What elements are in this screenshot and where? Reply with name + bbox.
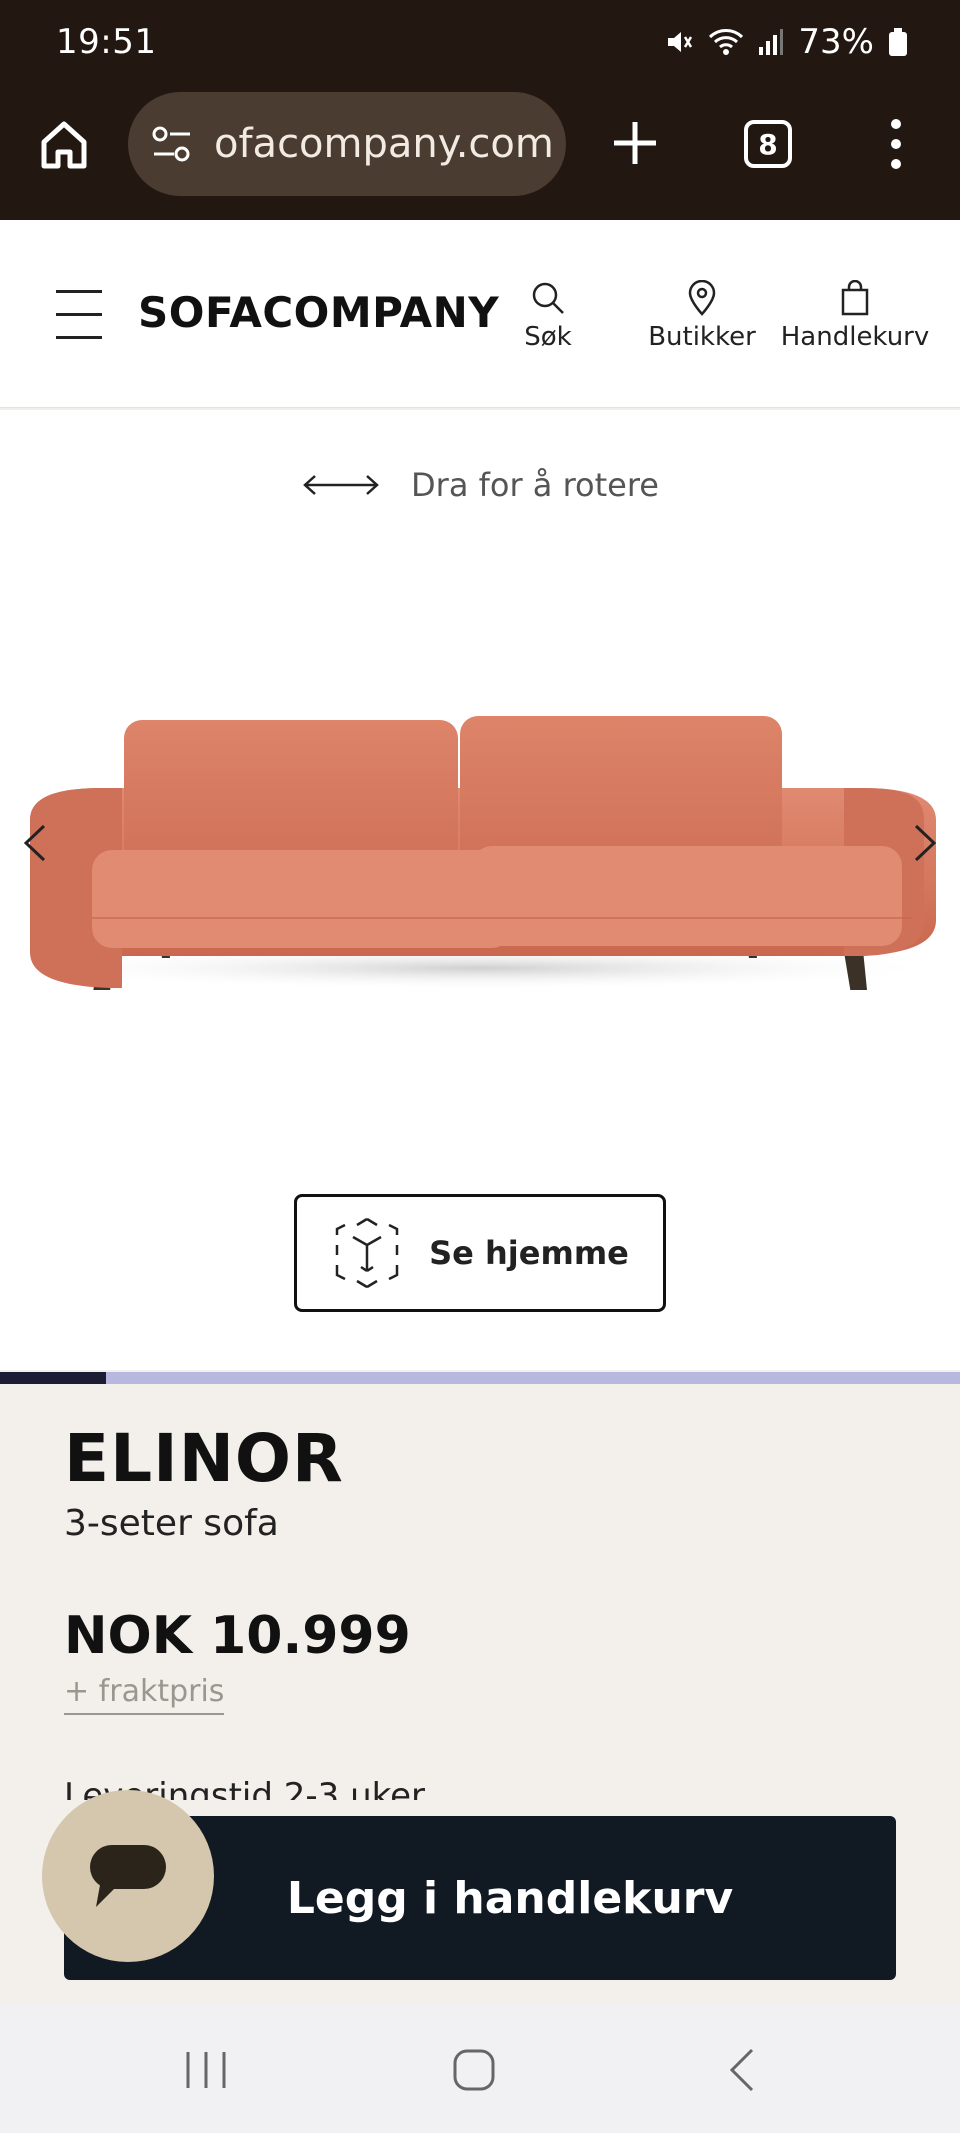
system-nav-bar: [0, 2004, 960, 2133]
location-pin-icon: [688, 280, 716, 316]
battery-icon: [888, 27, 908, 57]
home-nav-icon[interactable]: [452, 2048, 496, 2092]
view-in-home-label: Se hjemme: [429, 1234, 629, 1272]
product-3d-viewer[interactable]: Dra for å rotere Se hjemme: [0, 410, 960, 1370]
stores-button[interactable]: Butikker: [640, 280, 764, 352]
browser-home-button[interactable]: [36, 116, 92, 172]
status-icons: 73%: [664, 22, 908, 62]
view-in-home-button[interactable]: Se hjemme: [294, 1194, 666, 1312]
signal-icon: [758, 27, 784, 57]
cart-label: Handlekurv: [780, 322, 930, 352]
chat-bubble-icon: [90, 1845, 166, 1907]
ar-cube-icon: [335, 1217, 399, 1289]
menu-button[interactable]: [56, 290, 102, 340]
address-bar[interactable]: ofacompany.com: [128, 92, 566, 196]
site-header: SOFACOMPANY Søk Butikker Handlekurv: [0, 220, 960, 408]
product-type: 3-seter sofa: [64, 1503, 279, 1544]
plus-icon: [614, 122, 656, 164]
product-name: ELINOR: [64, 1420, 344, 1497]
shipping-price-link[interactable]: + fraktpris: [64, 1674, 225, 1715]
search-label: Søk: [524, 322, 572, 352]
status-time: 19:51: [56, 22, 157, 62]
stores-label: Butikker: [648, 322, 756, 352]
site-logo[interactable]: SOFACOMPANY: [138, 288, 499, 337]
product-price: NOK 10.999: [64, 1606, 411, 1666]
recents-icon[interactable]: [184, 2050, 228, 2090]
image-progress-bar: [0, 1372, 960, 1384]
url-text: ofacompany.com: [214, 121, 554, 167]
status-bar: 19:51 73%: [0, 0, 960, 86]
back-icon[interactable]: [728, 2048, 758, 2092]
browser-chrome: 19:51 73% ofacompany.com 8: [0, 0, 960, 220]
mute-icon: [664, 27, 694, 57]
hamburger-line: [56, 290, 102, 293]
tab-switcher-button[interactable]: 8: [744, 120, 792, 168]
rotate-hint-text: Dra for å rotere: [411, 466, 659, 504]
battery-percent: 73%: [798, 22, 874, 62]
search-icon: [532, 282, 564, 314]
browser-toolbar: ofacompany.com 8: [0, 86, 960, 220]
browser-menu-button[interactable]: [880, 116, 912, 172]
product-info: ELINOR 3-seter sofa NOK 10.999 + fraktpr…: [64, 1420, 896, 1715]
site-settings-icon[interactable]: [150, 122, 194, 166]
shopping-bag-icon: [841, 280, 869, 316]
sofa-image: [10, 716, 950, 990]
wifi-icon: [708, 27, 744, 57]
home-icon: [41, 121, 87, 169]
chevron-right-icon[interactable]: [912, 822, 938, 864]
hamburger-line: [56, 336, 102, 339]
double-arrow-icon: [303, 475, 379, 495]
chat-button[interactable]: [42, 1790, 214, 1962]
cart-button[interactable]: Handlekurv: [780, 280, 930, 352]
search-button[interactable]: Søk: [510, 280, 586, 352]
new-tab-button[interactable]: [610, 118, 660, 168]
hamburger-line: [56, 313, 102, 316]
chevron-left-icon[interactable]: [22, 822, 48, 864]
rotate-hint: Dra for å rotere: [0, 466, 960, 504]
more-icon: [891, 119, 901, 169]
image-progress-fill: [0, 1372, 106, 1384]
